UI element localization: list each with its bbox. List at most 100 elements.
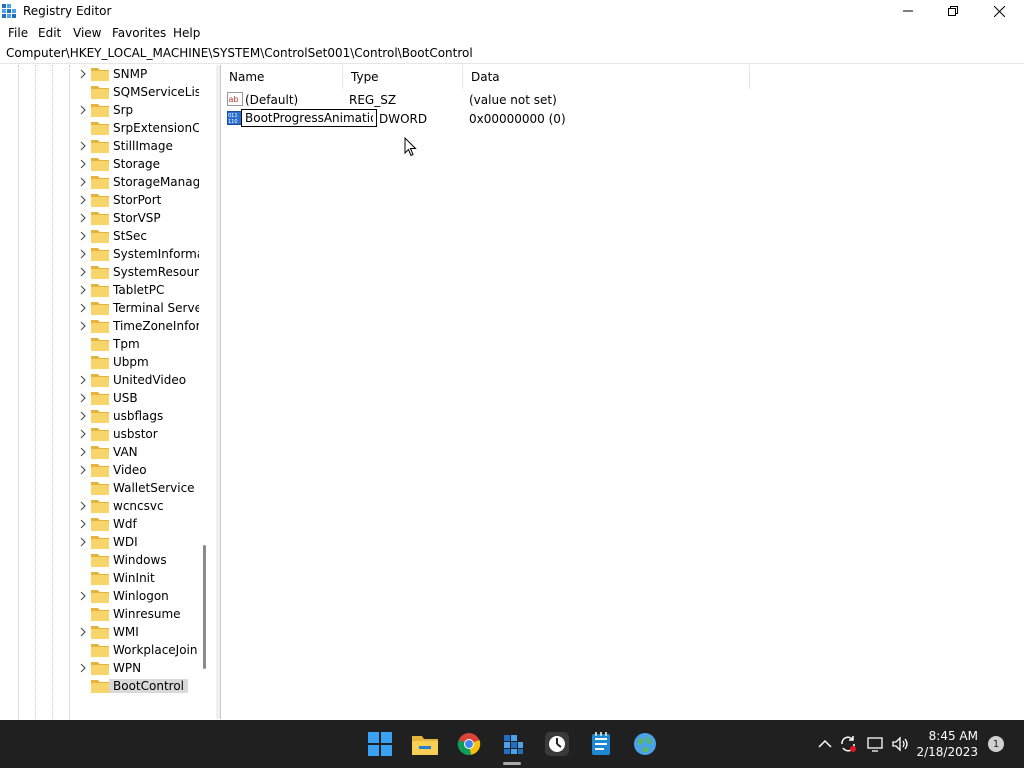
chevron-right-icon[interactable]: [78, 518, 88, 530]
close-button[interactable]: [976, 0, 1022, 22]
chrome-button[interactable]: [455, 730, 483, 758]
tree-item-label: wcncsvc: [113, 499, 164, 513]
chevron-right-icon[interactable]: [78, 392, 88, 404]
address-bar[interactable]: Computer\HKEY_LOCAL_MACHINE\SYSTEM\Contr…: [0, 44, 1024, 64]
sync-icon[interactable]: [838, 734, 858, 754]
tree-item[interactable]: USB: [0, 389, 216, 407]
folder-icon: [91, 410, 109, 423]
address-path[interactable]: Computer\HKEY_LOCAL_MACHINE\SYSTEM\Contr…: [6, 46, 473, 60]
windows-logo-icon: [368, 732, 392, 756]
tree-item[interactable]: usbflags: [0, 407, 216, 425]
tree-item[interactable]: UnitedVideo: [0, 371, 216, 389]
chevron-right-icon[interactable]: [78, 212, 88, 224]
restore-button[interactable]: [930, 0, 976, 22]
chevron-right-icon[interactable]: [78, 590, 88, 602]
chevron-right-icon[interactable]: [78, 464, 88, 476]
tree-vertical-scrollbar[interactable]: [203, 545, 206, 669]
tree-item[interactable]: SystemResources: [0, 263, 216, 281]
tree-item[interactable]: SrpExtensionConfig: [0, 119, 216, 137]
tree-item[interactable]: Terminal Server: [0, 299, 216, 317]
column-header-type[interactable]: Type: [343, 65, 463, 89]
notification-badge[interactable]: 1: [988, 736, 1004, 752]
tree-item[interactable]: StorageManagement: [0, 173, 216, 191]
chevron-right-icon[interactable]: [78, 158, 88, 170]
chevron-right-icon[interactable]: [78, 266, 88, 278]
tree-item[interactable]: Tpm: [0, 335, 216, 353]
folder-icon: [91, 248, 109, 261]
notepad-button[interactable]: [587, 730, 615, 758]
tree-item[interactable]: Ubpm: [0, 353, 216, 371]
column-header-name[interactable]: Name: [221, 65, 343, 89]
chevron-right-icon[interactable]: [78, 68, 88, 80]
tree-item[interactable]: StillImage: [0, 137, 216, 155]
menu-favorites[interactable]: Favorites: [112, 26, 166, 40]
start-button[interactable]: [366, 730, 394, 758]
rename-value-input[interactable]: [241, 109, 377, 127]
menu-file[interactable]: File: [8, 26, 28, 40]
tree-item[interactable]: Video: [0, 461, 216, 479]
registry-editor-taskbar-button[interactable]: [499, 730, 527, 758]
chevron-right-icon[interactable]: [78, 662, 88, 674]
tree-item[interactable]: SystemInformation: [0, 245, 216, 263]
chevron-right-icon[interactable]: [78, 284, 88, 296]
tree-item[interactable]: Srp: [0, 101, 216, 119]
chevron-right-icon[interactable]: [78, 302, 88, 314]
tree-item[interactable]: Winresume: [0, 605, 216, 623]
tree-item[interactable]: wcncsvc: [0, 497, 216, 515]
show-hidden-icons-chevron-icon[interactable]: [815, 734, 835, 754]
value-row[interactable]: 011 110 DWORD 0x00000000 (0): [221, 109, 821, 128]
chevron-right-icon[interactable]: [78, 374, 88, 386]
value-row[interactable]: ab (Default) REG_SZ (value not set): [221, 90, 821, 109]
chevron-right-icon[interactable]: [78, 248, 88, 260]
title-bar[interactable]: Registry Editor: [0, 0, 1024, 22]
chevron-right-icon[interactable]: [78, 140, 88, 152]
chevron-right-icon[interactable]: [78, 176, 88, 188]
menu-help[interactable]: Help: [173, 26, 200, 40]
tree-item[interactable]: usbstor: [0, 425, 216, 443]
folder-icon: [91, 464, 109, 477]
tree-item[interactable]: Winlogon: [0, 587, 216, 605]
chevron-right-icon[interactable]: [78, 104, 88, 116]
tree-item[interactable]: Storage: [0, 155, 216, 173]
values-list-pane[interactable]: Name Type Data ab (Default) REG_SZ (valu…: [220, 65, 1024, 719]
minimize-button[interactable]: [885, 0, 931, 22]
chevron-right-icon[interactable]: [78, 428, 88, 440]
browser-globe-button[interactable]: [631, 730, 659, 758]
network-icon[interactable]: [866, 734, 886, 754]
chevron-right-icon[interactable]: [78, 410, 88, 422]
chevron-right-icon[interactable]: [78, 446, 88, 458]
chevron-right-icon[interactable]: [78, 320, 88, 332]
tree-item[interactable]: VAN: [0, 443, 216, 461]
volume-icon[interactable]: [890, 734, 910, 754]
tree-item[interactable]: Windows: [0, 551, 216, 569]
file-explorer-button[interactable]: [411, 730, 439, 758]
menu-view[interactable]: View: [73, 26, 101, 40]
system-clock[interactable]: 8:45 AM 2/18/2023: [916, 728, 978, 760]
tree-item[interactable]: WDI: [0, 533, 216, 551]
tree-item[interactable]: WalletService: [0, 479, 216, 497]
tree-item[interactable]: StorVSP: [0, 209, 216, 227]
folder-icon: [91, 392, 109, 405]
clock-app-button[interactable]: [543, 730, 571, 758]
tree-item[interactable]: BootControl: [0, 677, 216, 695]
chevron-right-icon[interactable]: [78, 194, 88, 206]
tree-item[interactable]: WPN: [0, 659, 216, 677]
tree-item[interactable]: SNMP: [0, 65, 216, 83]
chevron-right-icon[interactable]: [78, 626, 88, 638]
tree-item[interactable]: WinInit: [0, 569, 216, 587]
tree-item[interactable]: WMI: [0, 623, 216, 641]
tree-item[interactable]: WorkplaceJoin: [0, 641, 216, 659]
tree-item[interactable]: Wdf: [0, 515, 216, 533]
menu-edit[interactable]: Edit: [38, 26, 61, 40]
tree-item[interactable]: StSec: [0, 227, 216, 245]
tree-item[interactable]: StorPort: [0, 191, 216, 209]
column-header-data[interactable]: Data: [463, 65, 750, 89]
chevron-right-icon[interactable]: [78, 536, 88, 548]
chevron-right-icon[interactable]: [78, 230, 88, 242]
chevron-right-icon[interactable]: [78, 500, 88, 512]
tree-item[interactable]: TabletPC: [0, 281, 216, 299]
folder-icon: [91, 500, 109, 513]
tree-item[interactable]: TimeZoneInformation: [0, 317, 216, 335]
tree-item[interactable]: SQMServiceList: [0, 83, 216, 101]
key-tree-pane[interactable]: SNMP SQMServiceList Srp SrpExtensionConfig S…: [0, 65, 217, 719]
